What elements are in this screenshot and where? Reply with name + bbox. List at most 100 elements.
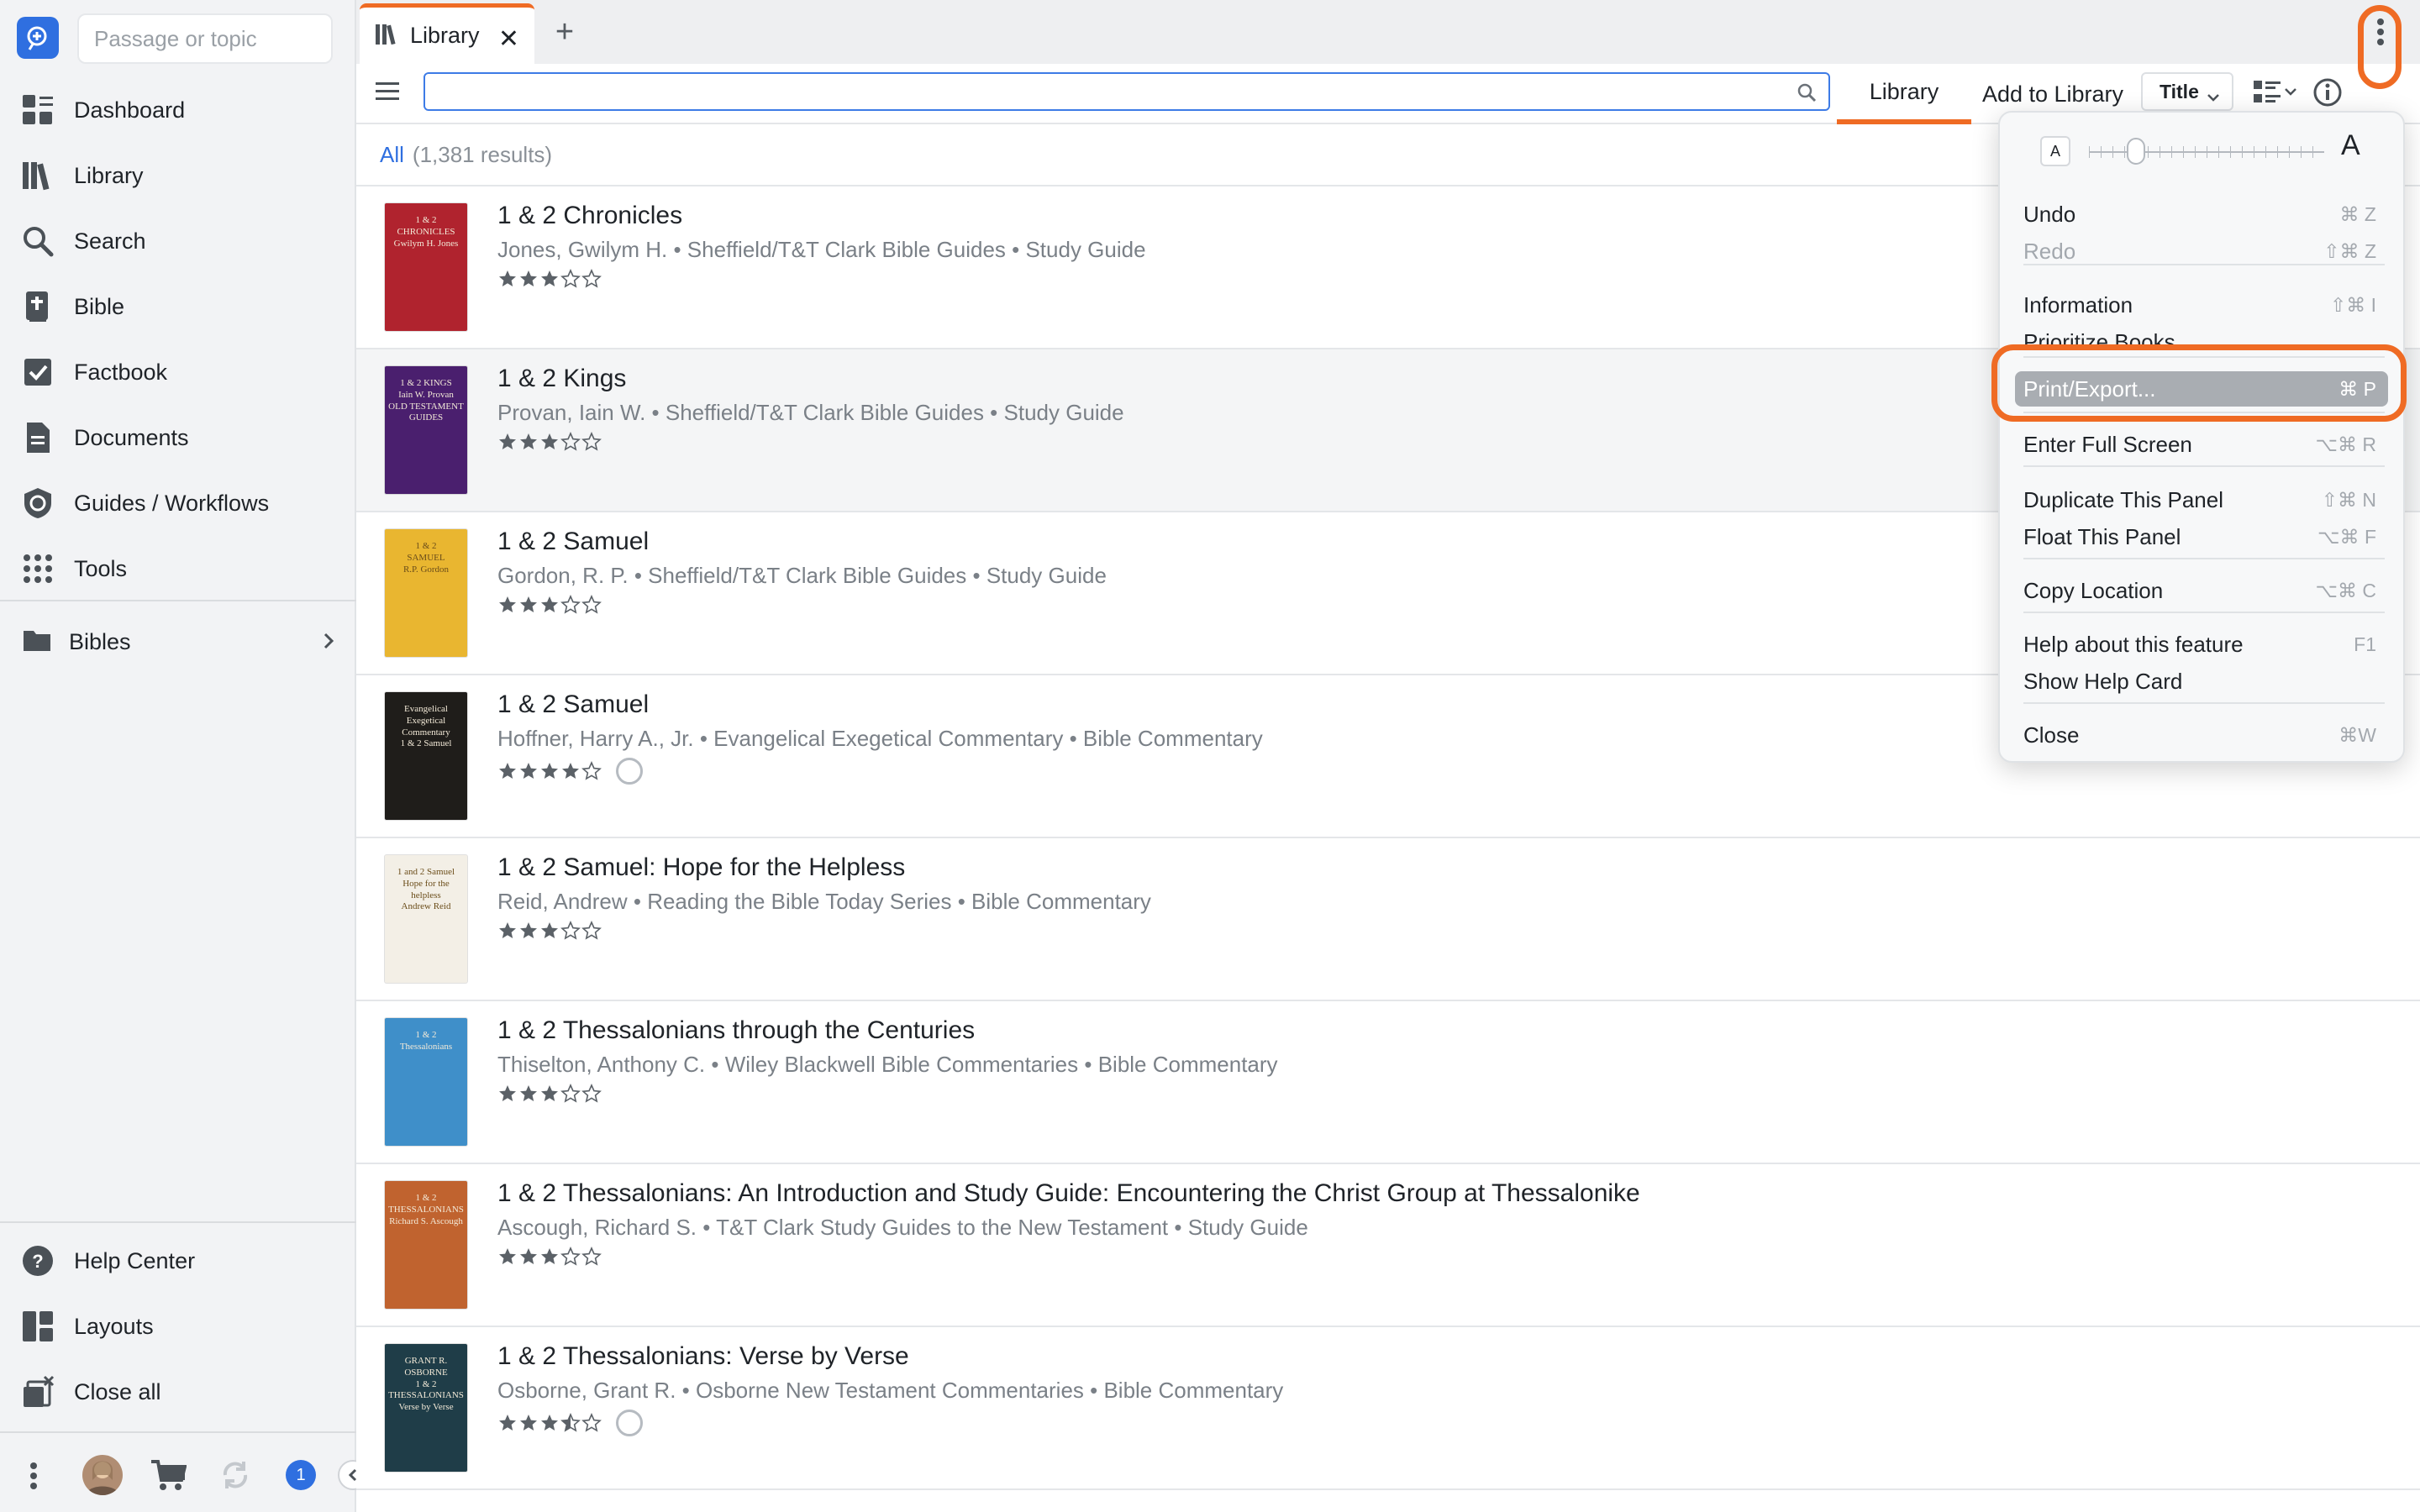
star-icon[interactable] [539,1247,560,1267]
star-icon[interactable] [560,1247,581,1267]
star-icon[interactable] [560,595,581,615]
star-icon[interactable] [518,1413,539,1433]
book-cover-image[interactable]: GRANT R. OSBORNE 1 & 2 THESSALONIANS Ver… [385,1344,467,1472]
star-icon[interactable] [581,1084,602,1104]
star-icon[interactable] [518,432,539,452]
star-rating[interactable] [497,595,602,615]
book-title[interactable]: 1 & 2 Samuel [497,690,649,719]
star-rating[interactable] [497,269,602,289]
sidebar-item-tools[interactable]: Tools [0,536,356,601]
menu-item-information[interactable]: Information ⇧⌘ I [2015,287,2388,323]
menu-item-copy-location[interactable]: Copy Location ⌥⌘ C [2015,573,2388,608]
menu-item-close[interactable]: Close ⌘W [2015,717,2388,753]
menu-item-help-about-this-feature[interactable]: Help about this feature F1 [2015,627,2388,662]
sidebar-item-dashboard[interactable]: Dashboard [0,77,356,143]
sidebar-item-guides-workflows[interactable]: Guides / Workflows [0,470,356,536]
star-icon[interactable] [539,595,560,615]
info-icon[interactable] [2312,77,2343,108]
star-icon[interactable] [581,921,602,941]
menu-item-float-this-panel[interactable]: Float This Panel ⌥⌘ F [2015,519,2388,554]
star-icon[interactable] [581,1247,602,1267]
book-title[interactable]: 1 & 2 Kings [497,365,626,393]
star-icon[interactable] [560,432,581,452]
star-icon[interactable] [539,269,560,289]
star-icon[interactable] [518,761,539,781]
star-icon[interactable] [497,1413,518,1433]
slider-thumb[interactable] [2127,138,2145,165]
book-row[interactable]: 1 & 2 THESSALONIANS Richard S. Ascough 1 … [356,1164,2420,1327]
sidebar-item-search[interactable]: Search [0,208,356,274]
star-icon[interactable] [560,1413,581,1433]
sort-select[interactable]: Title [2141,72,2233,111]
book-title[interactable]: 1 & 2 Samuel: Hope for the Helpless [497,853,905,882]
toolbar-tab-library[interactable]: Library [1837,64,1971,124]
search-icon[interactable] [1797,82,1817,107]
view-options-icon[interactable] [2252,77,2299,108]
sidebar-item-bibles[interactable]: Bibles [0,608,356,675]
star-icon[interactable] [497,269,518,289]
star-icon[interactable] [539,1413,560,1433]
book-title[interactable]: 1 & 2 Thessalonians: An Introduction and… [497,1179,1640,1208]
star-icon[interactable] [497,432,518,452]
sidebar-item-layouts[interactable]: Layouts [0,1294,356,1359]
passage-search-input[interactable] [77,13,333,64]
star-icon[interactable] [518,595,539,615]
sidebar-item-bible[interactable]: Bible [0,274,356,339]
book-cover-image[interactable]: 1 & 2 THESSALONIANS Richard S. Ascough [385,1181,467,1309]
star-icon[interactable] [497,595,518,615]
star-icon[interactable] [497,1247,518,1267]
star-icon[interactable] [539,432,560,452]
close-tab-icon[interactable]: ✕ [498,24,519,54]
star-rating[interactable] [497,1084,602,1104]
book-title[interactable]: 1 & 2 Chronicles [497,202,682,230]
book-row[interactable]: 1 and 2 Samuel Hope for the helpless And… [356,838,2420,1001]
star-icon[interactable] [560,269,581,289]
book-cover-image[interactable]: 1 and 2 Samuel Hope for the helpless And… [385,855,467,983]
star-icon[interactable] [518,921,539,941]
menu-item-show-help-card[interactable]: Show Help Card [2015,664,2388,699]
star-icon[interactable] [539,761,560,781]
menu-item-print-export[interactable]: Print/Export... ⌘ P [2015,371,2388,407]
sidebar-item-library[interactable]: Library [0,143,356,208]
star-icon[interactable] [581,432,602,452]
menu-item-enter-full-screen[interactable]: Enter Full Screen ⌥⌘ R [2015,427,2388,462]
add-tab-button[interactable]: + [548,14,581,50]
book-cover-image[interactable]: 1 & 2 SAMUEL R.P. Gordon [385,529,467,657]
book-row[interactable]: GRANT R. OSBORNE 1 & 2 THESSALONIANS Ver… [356,1327,2420,1490]
menu-item-duplicate-this-panel[interactable]: Duplicate This Panel ⇧⌘ N [2015,482,2388,517]
sidebar-item-help-center[interactable]: ? Help Center [0,1228,356,1294]
more-vertical-icon[interactable] [29,1462,39,1490]
star-icon[interactable] [560,921,581,941]
star-icon[interactable] [497,761,518,781]
sidebar-item-factbook[interactable]: Factbook [0,339,356,405]
avatar[interactable] [82,1455,123,1495]
star-icon[interactable] [581,1413,602,1433]
sidebar-item-documents[interactable]: Documents [0,405,356,470]
book-title[interactable]: 1 & 2 Samuel [497,528,649,556]
star-icon[interactable] [497,1084,518,1104]
star-icon[interactable] [518,269,539,289]
reading-status-icon[interactable] [616,1410,643,1436]
star-rating[interactable] [497,758,643,785]
tab-library[interactable]: Library ✕ [360,3,534,64]
sidebar-item-close-all[interactable]: Close all [0,1359,356,1425]
menu-item-undo[interactable]: Undo ⌘ Z [2015,197,2388,232]
panel-menu-button[interactable] [2360,0,2402,67]
book-title[interactable]: 1 & 2 Thessalonians through the Centurie… [497,1016,975,1045]
app-logo-icon[interactable] [17,17,59,59]
star-icon[interactable] [518,1247,539,1267]
star-rating[interactable] [497,921,602,941]
book-cover-image[interactable]: 1 & 2 KINGS Iain W. Provan OLD TESTAMENT… [385,366,467,494]
menu-icon[interactable] [375,79,400,107]
star-icon[interactable] [518,1084,539,1104]
font-size-increase-button[interactable]: A [2341,129,2360,162]
star-icon[interactable] [560,761,581,781]
star-rating[interactable] [497,1247,602,1267]
book-cover-image[interactable]: Evangelical Exegetical Commentary 1 & 2 … [385,692,467,820]
star-icon[interactable] [581,761,602,781]
filter-all-link[interactable]: All [380,142,404,168]
reading-status-icon[interactable] [616,758,643,785]
book-cover-image[interactable]: 1 & 2 CHRONICLES Gwilym H. Jones [385,203,467,331]
star-icon[interactable] [560,1084,581,1104]
sync-icon[interactable] [218,1458,252,1492]
